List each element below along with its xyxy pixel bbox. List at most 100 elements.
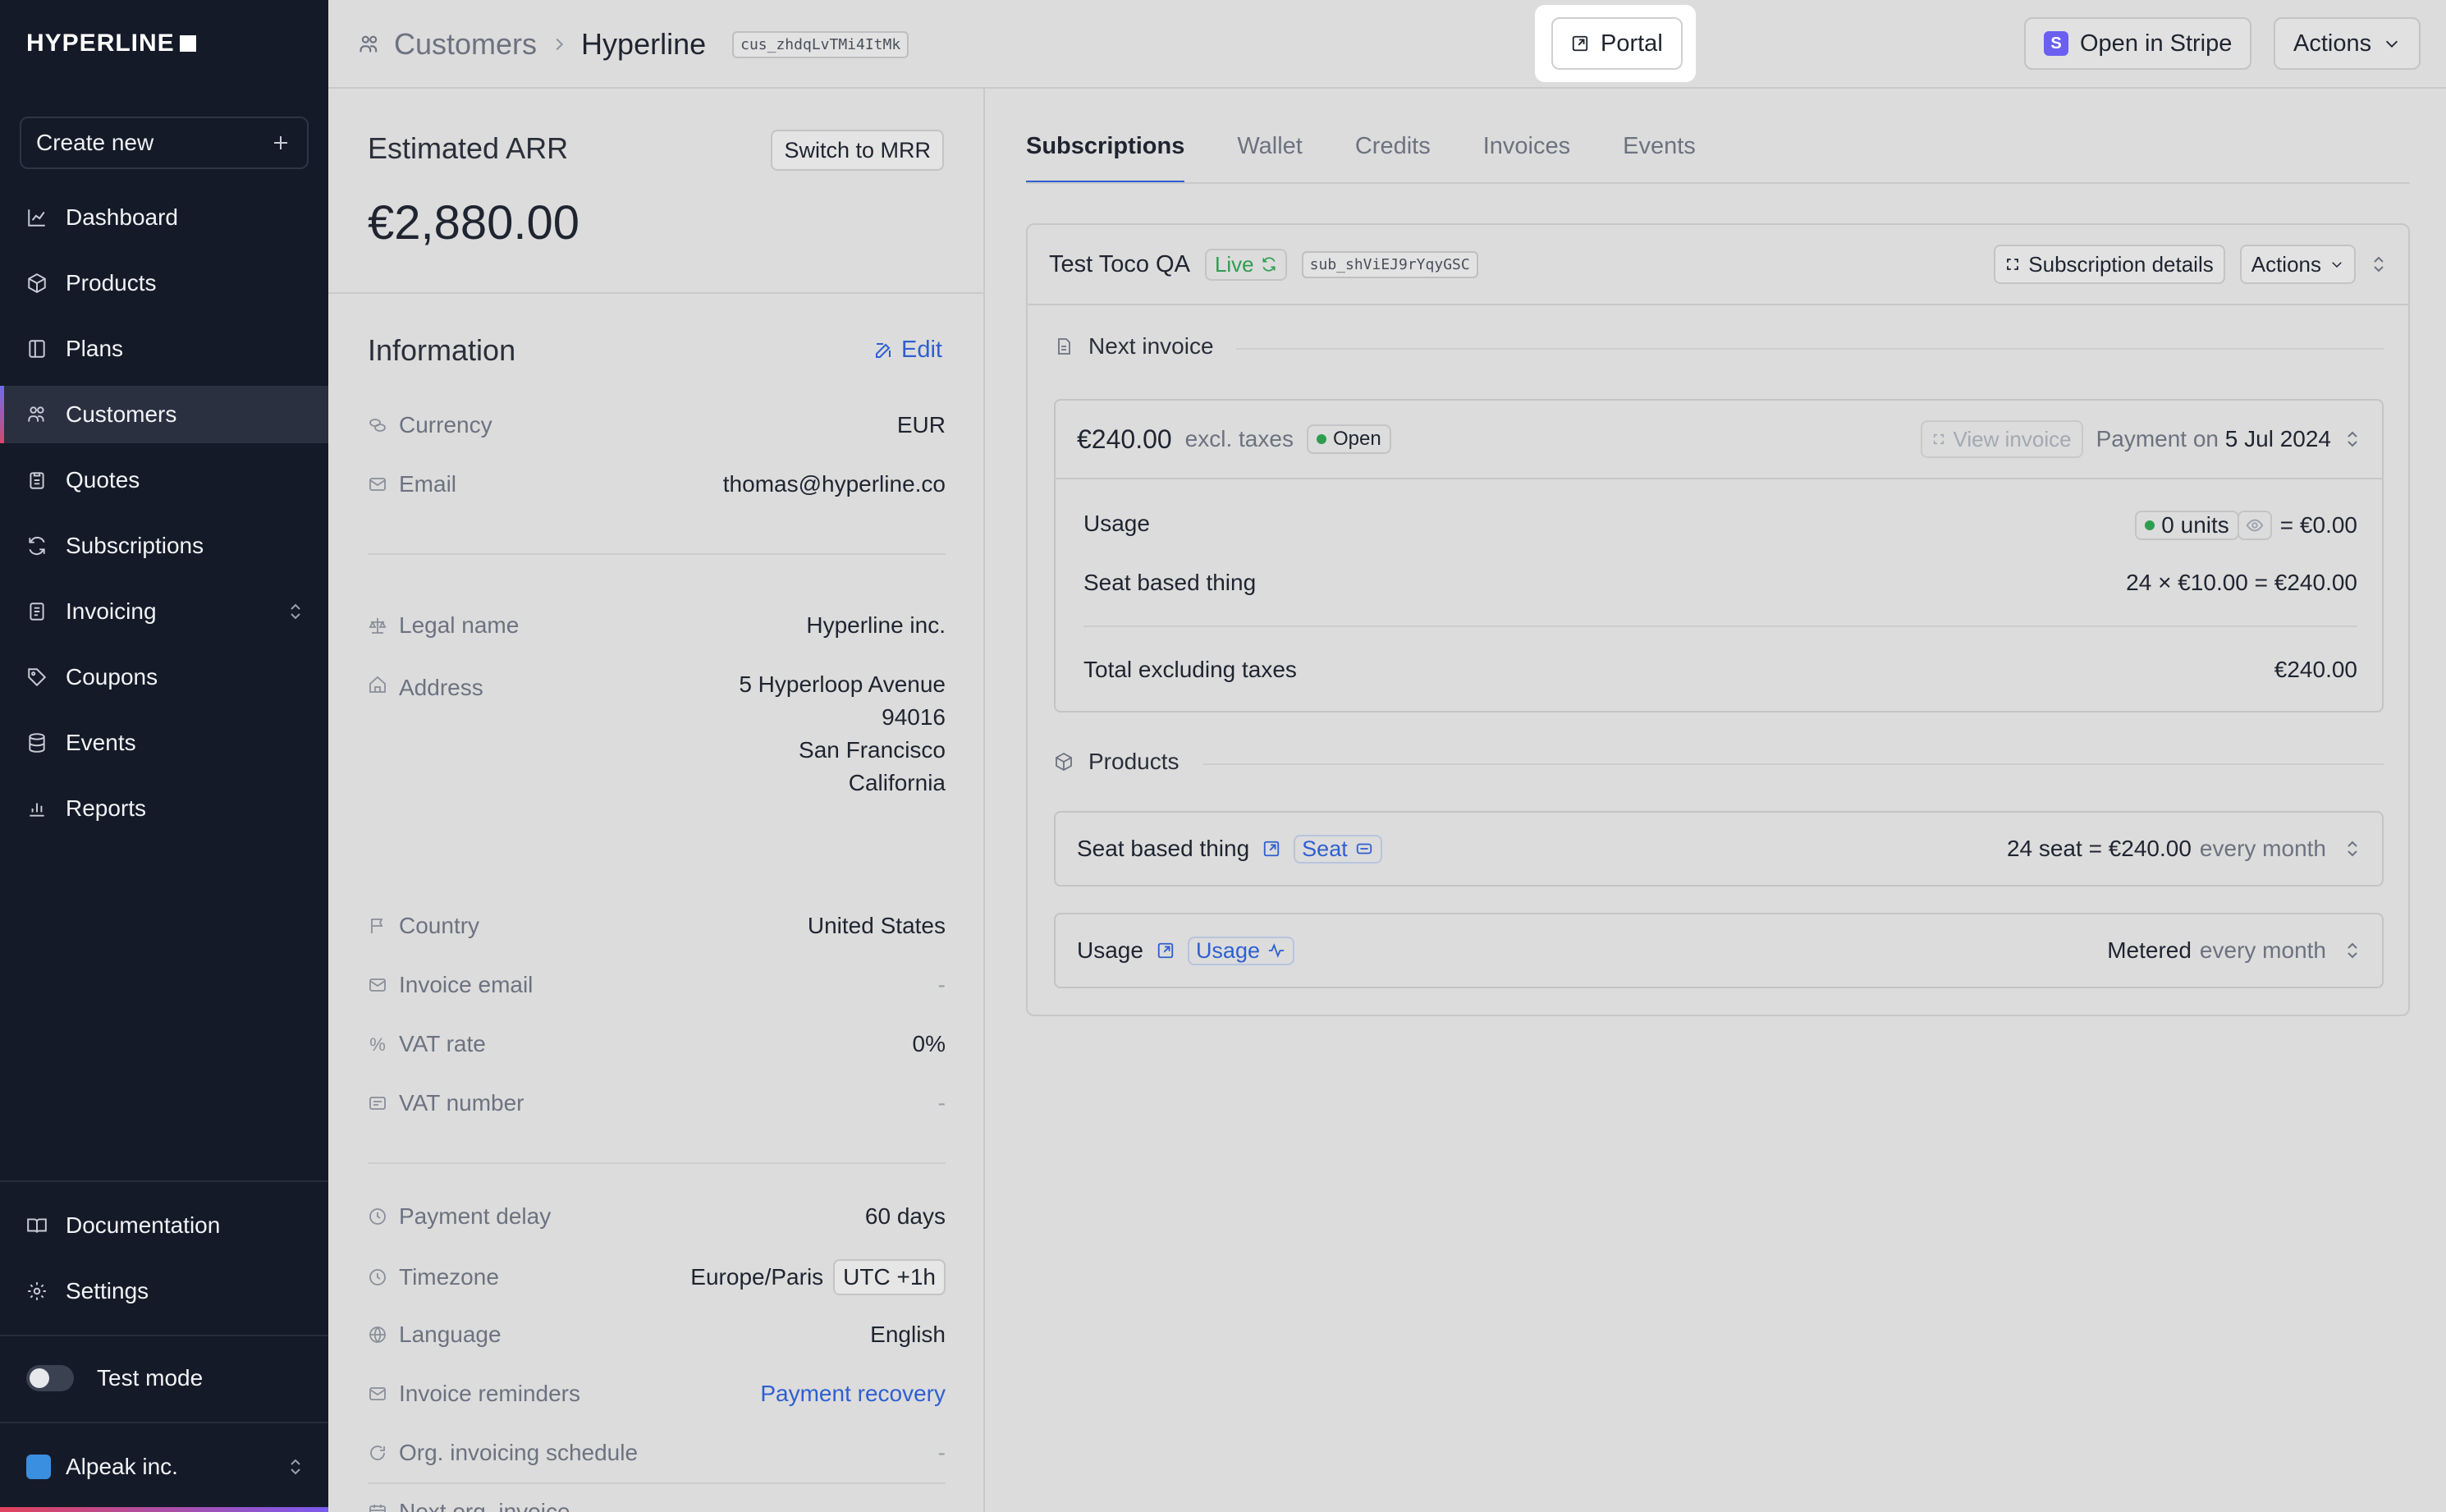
subscription-id-badge[interactable]: sub_shViEJ9rYqyGSC	[1301, 250, 1478, 278]
live-label: Live	[1214, 251, 1254, 277]
sidebar-item-products[interactable]: Products	[0, 254, 328, 312]
next-org-invoice-label: Next org. invoice	[399, 1499, 570, 1512]
email-value: thomas@hyperline.co	[722, 471, 946, 497]
sidebar-item-reports[interactable]: Reports	[0, 780, 328, 837]
sidebar-item-label: Customers	[66, 401, 177, 427]
sidebar-item-coupons[interactable]: Coupons	[0, 648, 328, 706]
subscription-details-button[interactable]: Subscription details	[1994, 245, 2225, 284]
users-icon	[360, 35, 378, 53]
document-icon	[1058, 338, 1070, 355]
product-price: Metered every month	[2107, 937, 2361, 964]
payment-date-value: 5 Jul 2024	[2224, 426, 2331, 451]
create-new-label: Create new	[36, 130, 154, 155]
usage-total: = €0.00	[2279, 512, 2357, 538]
tabs-underline	[1026, 182, 2410, 184]
chevron-updown-icon[interactable]	[2344, 838, 2361, 859]
home-icon	[369, 676, 386, 693]
tab-events[interactable]: Events	[1623, 123, 1696, 182]
org-switcher[interactable]: Alpeak inc.	[0, 1438, 328, 1496]
sidebar-item-invoicing[interactable]: Invoicing	[0, 583, 328, 640]
chevron-updown-icon[interactable]	[2344, 428, 2361, 450]
sidebar-item-plans[interactable]: Plans	[0, 320, 328, 378]
external-link-icon[interactable]	[1262, 840, 1280, 858]
create-new-button[interactable]: Create new	[20, 117, 309, 169]
sidebar-item-customers[interactable]: Customers	[0, 386, 328, 443]
test-mode-row: Test mode	[0, 1349, 328, 1407]
portal-button[interactable]: Portal	[1551, 17, 1683, 70]
sidebar-divider	[0, 1422, 328, 1423]
timezone-text: Europe/Paris	[690, 1264, 824, 1290]
mail-icon	[369, 1387, 386, 1400]
test-mode-toggle[interactable]	[26, 1365, 74, 1391]
actions-label: Actions	[2293, 30, 2372, 57]
info-divider	[368, 553, 946, 555]
sidebar-item-dashboard[interactable]: Dashboard	[0, 189, 328, 246]
sidebar-item-subscriptions[interactable]: Subscriptions	[0, 517, 328, 575]
payment-delay-label: Payment delay	[399, 1203, 552, 1229]
payment-recovery-link[interactable]: Payment recovery	[760, 1377, 946, 1410]
section-divider	[1236, 348, 2384, 350]
org-schedule-value: -	[937, 1440, 946, 1465]
subscription-actions-button[interactable]: Actions	[2239, 245, 2356, 284]
info-divider	[368, 1162, 946, 1164]
tab-invoices[interactable]: Invoices	[1483, 123, 1570, 182]
address-line: 5 Hyperloop Avenue	[739, 671, 946, 697]
info-row-vat-rate: % VAT rate 0%	[368, 1028, 946, 1061]
edit-label: Edit	[901, 337, 942, 363]
product-price: 24 seat = €240.00 every month	[2007, 836, 2361, 862]
switch-to-mrr-button[interactable]: Switch to MRR	[771, 130, 944, 171]
tag-label: Seat	[1302, 836, 1348, 861]
sidebar-item-settings[interactable]: Settings	[0, 1262, 328, 1320]
email-label: Email	[399, 471, 457, 497]
language-label: Language	[399, 1322, 502, 1347]
logo-text: HYPERLINE	[26, 30, 175, 57]
globe-icon	[369, 1326, 386, 1343]
seat-icon	[1356, 843, 1372, 855]
edit-button[interactable]: Edit	[873, 337, 942, 364]
external-link-icon[interactable]	[1157, 942, 1175, 960]
seat-tag: Seat	[1294, 834, 1382, 864]
activity-icon	[1268, 943, 1285, 958]
tab-wallet[interactable]: Wallet	[1237, 123, 1303, 182]
product-row[interactable]: Seat based thing Seat 24 seat = €240.00 …	[1054, 811, 2384, 887]
sidebar-item-label: Plans	[66, 336, 124, 361]
tab-subscriptions[interactable]: Subscriptions	[1026, 123, 1185, 184]
view-invoice-button[interactable]: View invoice	[1920, 420, 2083, 458]
users-icon	[28, 406, 44, 422]
vat-rate-value: 0%	[912, 1031, 946, 1056]
external-link-icon	[1572, 35, 1588, 52]
sidebar-item-label: Quotes	[66, 467, 140, 493]
breadcrumb-customers[interactable]: Customers	[394, 27, 537, 62]
vat-number-value: -	[937, 1090, 946, 1116]
next-invoice-box: €240.00 excl. taxes Open View invoice Pa…	[1054, 399, 2384, 712]
chevron-updown-icon[interactable]	[2370, 254, 2387, 275]
open-in-stripe-button[interactable]: S Open in Stripe	[2024, 17, 2252, 70]
price-period: every month	[2199, 836, 2326, 861]
info-row-currency: Currency EUR	[368, 409, 946, 442]
sidebar-item-label: Settings	[66, 1278, 149, 1304]
org-name: Alpeak inc.	[66, 1454, 178, 1479]
price-value: 24 seat = €240.00	[2006, 836, 2192, 861]
status-dot	[1316, 434, 1326, 444]
tab-credits[interactable]: Credits	[1355, 123, 1431, 182]
view-usage-button[interactable]	[2237, 511, 2272, 540]
arr-title: Estimated ARR	[368, 131, 569, 165]
breadcrumb: Customers Hyperline cus_zhdqLvTMi4ItMk	[358, 0, 909, 89]
logo-square-icon	[179, 35, 196, 52]
product-row[interactable]: Usage Usage Metered every month	[1054, 913, 2384, 988]
info-divider	[368, 1482, 946, 1484]
sidebar-item-documentation[interactable]: Documentation	[0, 1197, 328, 1254]
sidebar-item-label: Documentation	[66, 1212, 221, 1238]
app-logo[interactable]: HYPERLINE	[26, 30, 196, 57]
tag-label: Usage	[1195, 937, 1260, 963]
customer-id-badge[interactable]: cus_zhdqLvTMi4ItMk	[732, 30, 909, 58]
sidebar-item-events[interactable]: Events	[0, 714, 328, 772]
chevron-updown-icon[interactable]	[2344, 940, 2361, 961]
line-chart-icon	[28, 209, 45, 227]
country-value: United States	[807, 913, 946, 938]
info-row-next-org-invoice: Next org. invoice -	[368, 1496, 946, 1512]
header-actions-button[interactable]: Actions	[2274, 17, 2421, 70]
sidebar-item-quotes[interactable]: Quotes	[0, 451, 328, 509]
subscription-name: Test Toco QA	[1049, 250, 1190, 277]
refresh-icon	[1262, 257, 1276, 272]
